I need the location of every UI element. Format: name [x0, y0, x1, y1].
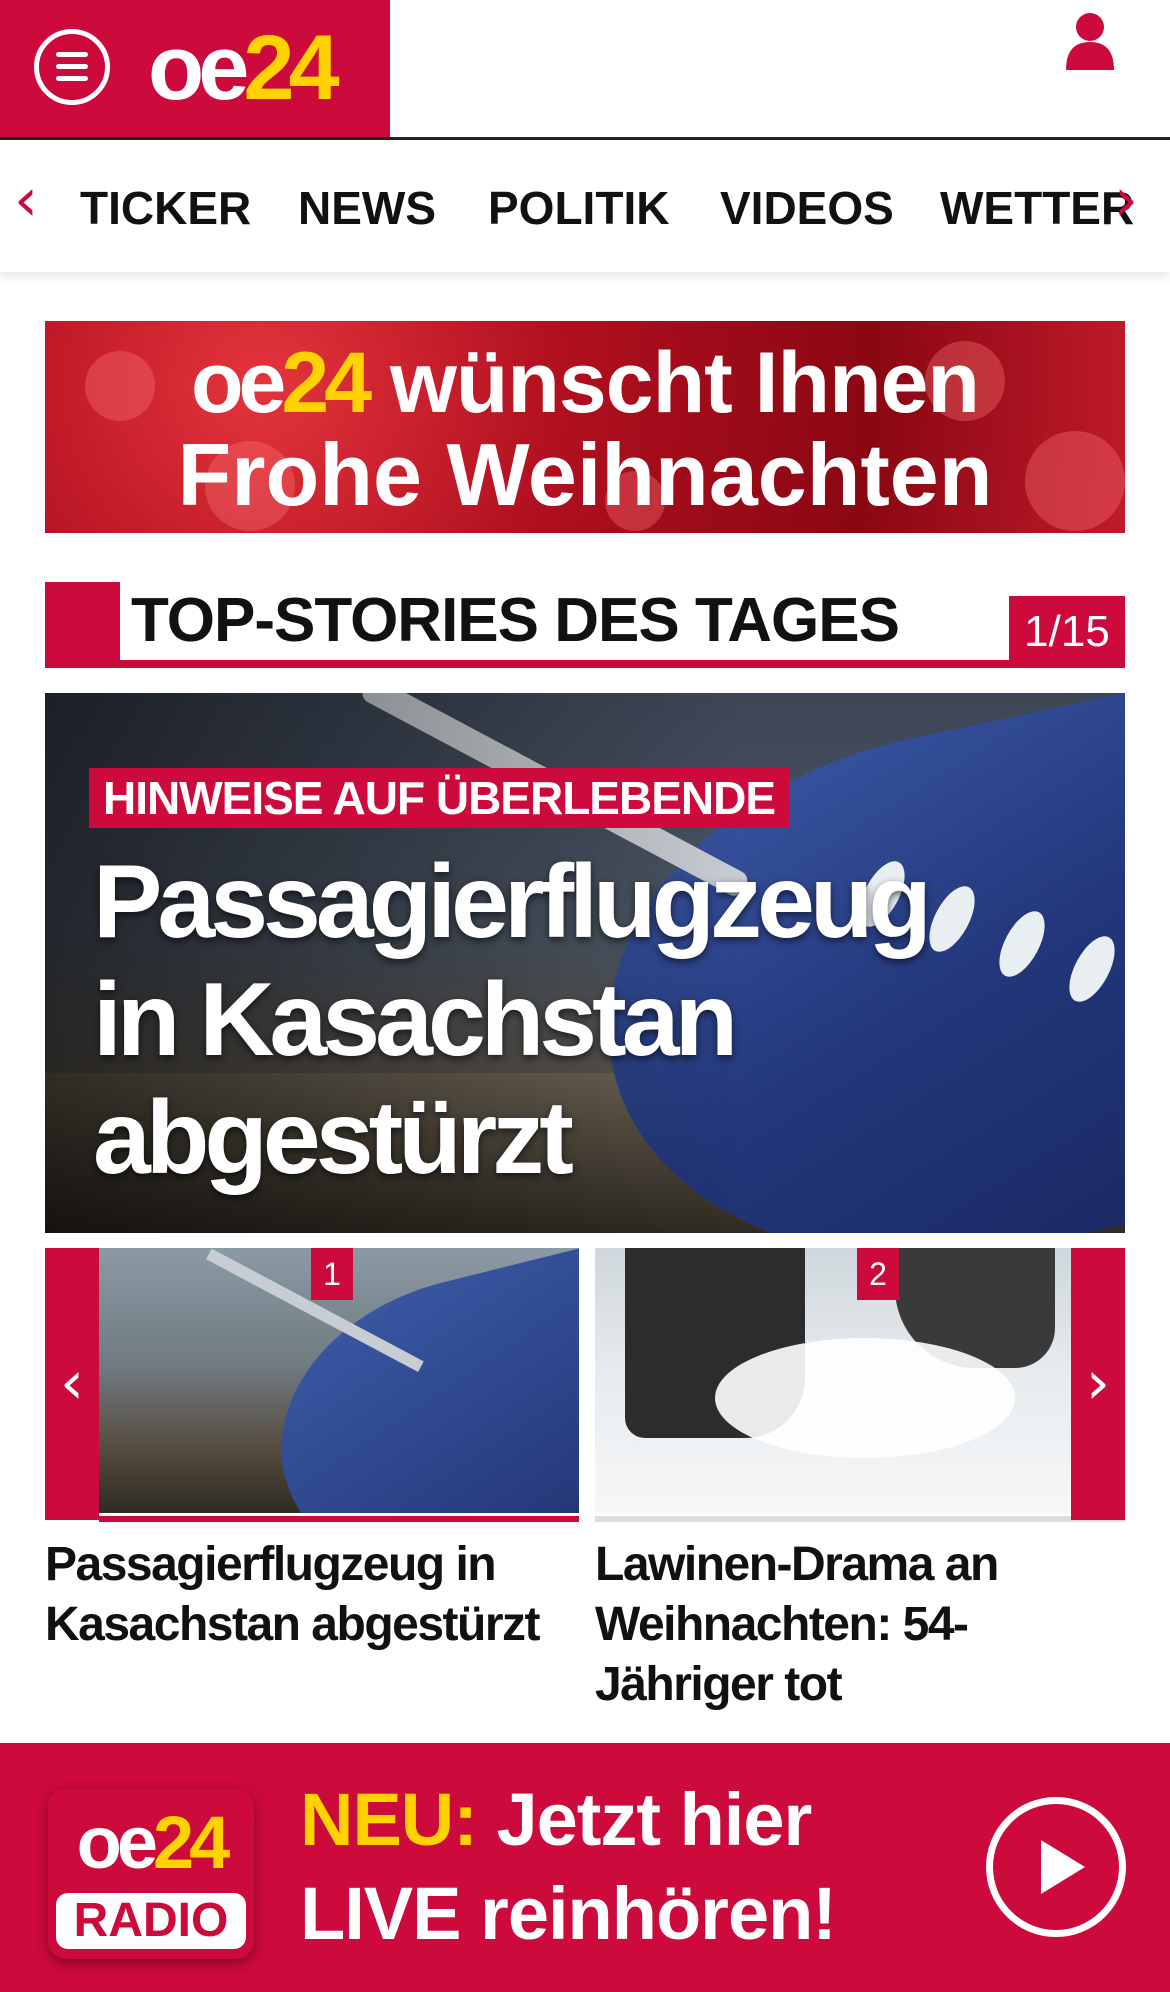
story-counter: 1/15 [1009, 596, 1125, 668]
christmas-banner[interactable]: oe24 wünscht Ihnen Frohe Weihnachten [45, 321, 1125, 533]
thumb-plane-image [248, 1248, 579, 1513]
site-header: oe24 [0, 0, 1170, 140]
user-icon[interactable] [1064, 12, 1116, 70]
section-underline [45, 660, 1125, 668]
carousel-caption-1[interactable]: Passagierflugzeug in Kasachstan abgestür… [45, 1535, 575, 1655]
radio-promo-text: NEU: Jetzt hier LIVE reinhören! [300, 1778, 837, 1955]
nav-item-wetter[interactable]: WETTER [940, 180, 1134, 236]
section-accent [45, 582, 120, 668]
hamburger-menu-icon[interactable] [34, 29, 110, 105]
section-title: TOP-STORIES DES TAGES [131, 586, 900, 655]
radio-label: RADIO [56, 1893, 246, 1949]
carousel-thumb-1[interactable]: 1 [99, 1248, 579, 1513]
hero-kicker: HINWEISE AUF ÜBERLEBENDE [89, 768, 789, 828]
nav-item-politik[interactable]: POLITIK [488, 180, 669, 236]
thumb-number: 2 [857, 1248, 899, 1300]
nav-item-videos[interactable]: VIDEOS [720, 180, 894, 236]
thumb-progress-bar [99, 1516, 579, 1522]
banner-line2: Frohe Weihnachten [177, 425, 993, 524]
carousel-thumb-2[interactable]: 2 [595, 1248, 1071, 1513]
category-nav: ‹ TICKER NEWS POLITIK VIDEOS WETTER › [0, 140, 1170, 272]
carousel-prev-button[interactable]: ‹ [45, 1248, 99, 1520]
radio-promo-bar[interactable]: oe24 RADIO NEU: Jetzt hier LIVE reinhöre… [0, 1743, 1170, 1992]
play-icon[interactable] [986, 1797, 1126, 1937]
brand-block: oe24 [0, 0, 390, 137]
chevron-right-icon: › [1086, 1348, 1110, 1418]
thumb-avalanche-cloud [715, 1338, 1015, 1458]
hero-title: Passagierflugzeug in Kasachstan abgestür… [93, 844, 932, 1196]
radio-logo: oe24 RADIO [48, 1789, 254, 1959]
carousel-next-button[interactable]: › [1071, 1248, 1125, 1520]
nav-prev-arrow-icon[interactable]: ‹ [14, 170, 38, 230]
thumb-number: 1 [311, 1248, 353, 1300]
banner-line1: oe24 wünscht Ihnen [191, 335, 980, 431]
top-stories-header: TOP-STORIES DES TAGES 1/15 [45, 582, 1125, 668]
nav-item-news[interactable]: NEWS [298, 180, 436, 236]
hero-story[interactable]: HINWEISE AUF ÜBERLEBENDE Passagierflugze… [45, 693, 1125, 1233]
chevron-left-icon: ‹ [60, 1348, 84, 1418]
thumb-progress-bar [595, 1516, 1125, 1522]
site-logo[interactable]: oe24 [148, 18, 340, 118]
carousel-caption-2[interactable]: Lawinen-Drama an Weihnachten: 54-Jährige… [595, 1535, 1125, 1715]
nav-item-ticker[interactable]: TICKER [80, 180, 251, 236]
stories-carousel: ‹ 1 Passagierflugzeug in Kasachstan abge… [45, 1248, 1125, 1711]
nav-next-arrow-icon[interactable]: › [1114, 170, 1138, 230]
